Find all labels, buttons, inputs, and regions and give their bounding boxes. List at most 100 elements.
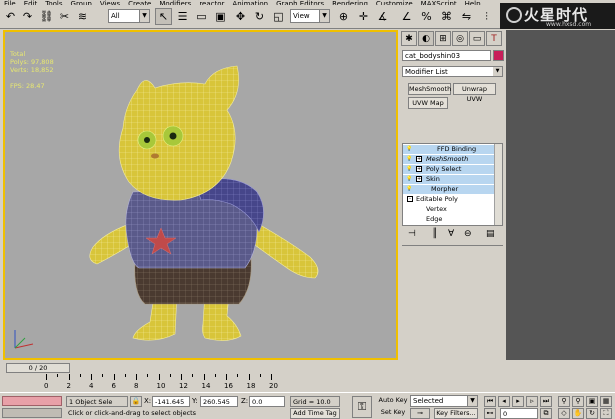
modifier-stack-scrollbar[interactable] <box>494 144 502 225</box>
lightbulb-icon[interactable]: 💡 <box>406 146 412 153</box>
key-filters-button[interactable]: Key Filters... <box>434 408 478 419</box>
window-crossing-icon[interactable]: ▣ <box>212 8 229 25</box>
modifier-list-label: Modifier List <box>405 68 448 76</box>
remove-modifier-icon[interactable]: ⊖ <box>464 229 472 239</box>
go-to-start-icon[interactable]: ⏮ <box>484 396 496 407</box>
y-coordinate-field[interactable]: 260.545 <box>200 396 238 407</box>
modify-tab-icon[interactable]: ◐ <box>418 31 434 46</box>
perspective-viewport[interactable]: Total Polys: 97,808 Verts: 18,852 FPS: 28.4… <box>3 30 398 360</box>
display-tab-icon[interactable]: ▭ <box>469 31 485 46</box>
set-key-button[interactable]: Set Key <box>378 408 408 419</box>
unwrap-uvw-button[interactable]: Unwrap UVW <box>453 83 496 103</box>
lightbulb-icon[interactable]: 💡 <box>406 186 412 193</box>
show-end-result-icon[interactable]: ║ <box>432 229 437 239</box>
utilities-tab-icon[interactable]: T <box>486 31 502 46</box>
time-configuration-icon[interactable]: ⧉ <box>540 408 552 419</box>
cat-character-model[interactable] <box>5 32 396 358</box>
y-label: Y: <box>192 397 198 405</box>
play-icon[interactable]: ▸ <box>512 396 524 407</box>
go-to-end-icon[interactable]: ⏭ <box>540 396 552 407</box>
track-tick <box>46 374 47 380</box>
modifier-list-dropdown[interactable]: Modifier List ▼ <box>402 66 503 77</box>
track-tick <box>158 374 160 380</box>
zoom-all-icon[interactable]: ⚲ <box>572 396 584 407</box>
key-icon[interactable]: ⚿ <box>352 396 372 418</box>
modifier-stack[interactable]: 💡FFD Binding (WSM)💡+MeshSmooth💡+Poly Sel… <box>402 143 503 226</box>
chevron-down-icon: ▼ <box>467 396 477 406</box>
expand-icon[interactable]: + <box>416 176 422 182</box>
next-frame-icon[interactable]: ▹ <box>526 396 538 407</box>
lightbulb-icon[interactable]: 💡 <box>406 176 412 183</box>
field-of-view-icon[interactable]: ◇ <box>558 408 570 419</box>
modifier-stack-item[interactable]: Vertex <box>403 205 495 214</box>
undo-icon[interactable]: ↶ <box>2 8 19 25</box>
motion-tab-icon[interactable]: ◎ <box>452 31 468 46</box>
modifier-stack-label: MeshSmooth <box>426 155 469 163</box>
current-frame-field[interactable]: 0 <box>500 408 538 419</box>
select-by-name-icon[interactable]: ☰ <box>174 8 191 25</box>
previous-frame-icon[interactable]: ◂ <box>498 396 510 407</box>
collapse-icon[interactable]: - <box>407 196 413 202</box>
zoom-icon[interactable]: ⚲ <box>558 396 570 407</box>
set-key-icon[interactable]: ⊸ <box>410 408 430 419</box>
uvw-map-button[interactable]: UVW Map <box>408 97 448 109</box>
select-manipulate-icon[interactable]: ✛ <box>355 8 372 25</box>
named-selection-icon[interactable]: ⌘ <box>438 8 455 25</box>
key-mode-toggle-icon[interactable]: ⊷ <box>484 408 496 419</box>
maxscript-listener-box[interactable] <box>2 396 62 406</box>
zoom-extents-all-icon[interactable]: ▦ <box>600 396 612 407</box>
unlink-icon[interactable]: ✂ <box>56 8 73 25</box>
snap-toggle-icon[interactable]: ∡ <box>374 8 391 25</box>
lightbulb-icon[interactable]: 💡 <box>406 156 412 163</box>
modifier-stack-item[interactable]: 💡 + Skin <box>403 175 495 184</box>
expand-icon[interactable]: + <box>416 166 422 172</box>
bind-space-warp-icon[interactable]: ≋ <box>74 8 91 25</box>
x-coordinate-field[interactable]: -141.645 <box>152 396 190 407</box>
select-object-icon[interactable]: ↖ <box>155 8 172 25</box>
z-coordinate-field[interactable]: 0.0 <box>249 396 285 407</box>
configure-modifier-sets-icon[interactable]: ▤ <box>486 229 495 239</box>
modifier-stack-item[interactable]: 💡 Morpher <box>403 185 495 194</box>
object-color-swatch[interactable] <box>493 50 504 61</box>
track-tick <box>214 374 216 377</box>
rectangular-selection-icon[interactable]: ▭ <box>193 8 210 25</box>
modifier-stack-item[interactable]: Edge <box>403 215 495 224</box>
arc-rotate-icon[interactable]: ↻ <box>586 408 598 419</box>
object-name-field[interactable]: cat_bodyshin03 <box>402 50 491 61</box>
angle-snap-icon[interactable]: ∠ <box>398 8 415 25</box>
select-scale-icon[interactable]: ◱ <box>270 8 287 25</box>
meshsmooth-button[interactable]: MeshSmooth <box>408 83 451 95</box>
mirror-icon[interactable]: ⇋ <box>458 8 475 25</box>
x-label: X: <box>144 397 152 405</box>
key-mode-dropdown[interactable]: Selected ▼ <box>410 395 478 407</box>
add-time-tag-button[interactable]: Add Time Tag <box>290 408 340 419</box>
modifier-stack-item[interactable]: 💡 + MeshSmooth <box>403 155 495 164</box>
hierarchy-tab-icon[interactable]: ⊞ <box>435 31 451 46</box>
modifier-stack-item[interactable]: 💡FFD Binding (WSM) <box>403 145 495 162</box>
select-link-icon[interactable]: ⛓ <box>38 8 55 25</box>
lightbulb-icon[interactable]: 💡 <box>406 166 412 173</box>
pin-stack-icon[interactable]: ⊣ <box>408 229 416 239</box>
select-rotate-icon[interactable]: ↻ <box>251 8 268 25</box>
logo-url: www.hxsd.com <box>546 21 592 28</box>
redo-icon[interactable]: ↷ <box>19 8 36 25</box>
create-tab-icon[interactable]: ✱ <box>401 31 417 46</box>
reference-coordinate-dropdown[interactable]: View ▼ <box>290 9 330 23</box>
zoom-extents-icon[interactable]: ▣ <box>586 396 598 407</box>
select-move-icon[interactable]: ✥ <box>232 8 249 25</box>
maximize-viewport-icon[interactable]: ⛶ <box>600 408 612 419</box>
expand-icon[interactable]: + <box>416 156 422 162</box>
selection-filter-dropdown[interactable]: All ▼ <box>108 9 150 23</box>
modifier-stack-item[interactable]: - Editable Poly <box>403 195 495 204</box>
auto-key-button[interactable]: Auto Key <box>378 396 408 407</box>
lock-selection-icon[interactable]: 🔒 <box>130 396 142 407</box>
pivot-center-icon[interactable]: ⊕ <box>335 8 352 25</box>
time-slider[interactable]: 0 / 20 <box>6 363 70 373</box>
pan-icon[interactable]: ✋ <box>572 408 584 419</box>
modifier-stack-item[interactable]: 💡 + Poly Select <box>403 165 495 174</box>
track-tick <box>248 374 250 380</box>
track-bar[interactable]: 0 2 4 6 8 10 12 14 16 18 20 <box>0 374 370 392</box>
percent-snap-icon[interactable]: % <box>418 8 435 25</box>
align-icon[interactable]: ⫶ <box>478 8 495 25</box>
make-unique-icon[interactable]: ∀ <box>448 229 454 239</box>
